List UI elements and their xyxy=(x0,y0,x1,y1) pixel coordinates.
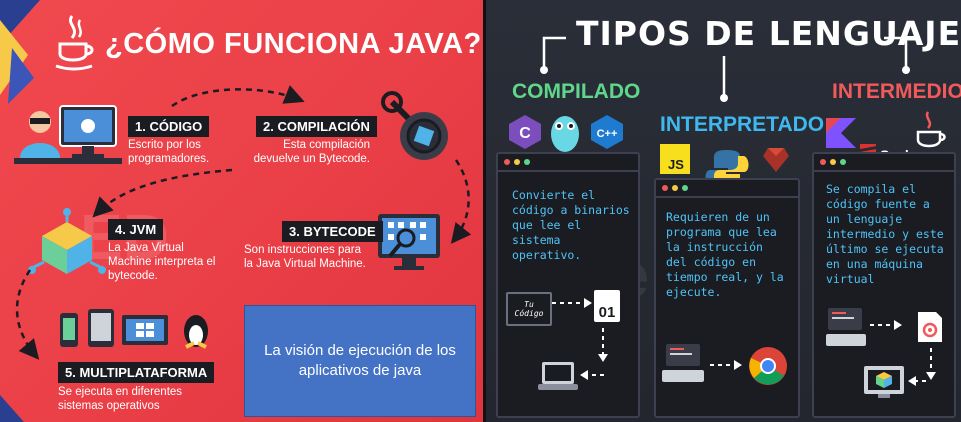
arrow-left-icon xyxy=(580,370,604,380)
config-file-icon xyxy=(918,312,942,342)
chrome-browser-icon xyxy=(749,347,787,385)
javascript-icon: JS xyxy=(660,144,690,174)
vm-monitor-icon xyxy=(864,366,904,398)
intermedio-description: Se compila el código fuente a un lenguaj… xyxy=(826,182,944,286)
svg-text:C++: C++ xyxy=(597,128,618,140)
terminal-keyboard-icon xyxy=(826,308,866,346)
arrow-down-icon xyxy=(598,328,608,362)
cpp-language-icon: C++ xyxy=(591,115,623,149)
heading-compilado: COMPILADO xyxy=(512,80,641,103)
java-icon xyxy=(916,111,946,148)
svg-text:JS: JS xyxy=(668,157,684,172)
ruby-icon xyxy=(763,148,789,172)
panel-titlebar xyxy=(656,180,798,198)
arrow-icon xyxy=(710,360,742,370)
panel-titlebar xyxy=(498,154,638,172)
compilado-description: Convierte el código a binarios que lee e… xyxy=(512,188,630,262)
svg-text:C: C xyxy=(519,125,531,142)
heading-interpretado: INTERPRETADO xyxy=(660,113,825,136)
kotlin-icon xyxy=(826,118,856,148)
c-language-icon: C xyxy=(509,115,541,149)
caption-box: La visión de ejecución de los aplicativo… xyxy=(244,305,476,417)
binary-label: 01 xyxy=(598,304,616,321)
left-infographic: ¿CÓMO FUNCIONA JAVA? ED 1. CÓDIGO Escrit… xyxy=(0,0,483,422)
heading-intermedio: INTERMEDIO xyxy=(832,80,961,103)
right-title: TIPOS DE LENGUAJE xyxy=(576,14,961,53)
arrow-left-icon xyxy=(908,376,926,386)
laptop-icon xyxy=(538,362,578,390)
interpretado-description: Requieren de un programa que lea la inst… xyxy=(666,210,784,299)
arrow-icon xyxy=(870,320,902,330)
terminal-keyboard-icon xyxy=(662,344,704,382)
source-code-label: Tu Código xyxy=(514,300,544,318)
panel-titlebar xyxy=(814,154,954,172)
arrow-icon xyxy=(552,298,592,308)
go-gopher-icon xyxy=(551,116,579,152)
right-infographic: Dte TIPOS DE LENGUAJE COMPILADO INTERPRE… xyxy=(486,0,961,422)
